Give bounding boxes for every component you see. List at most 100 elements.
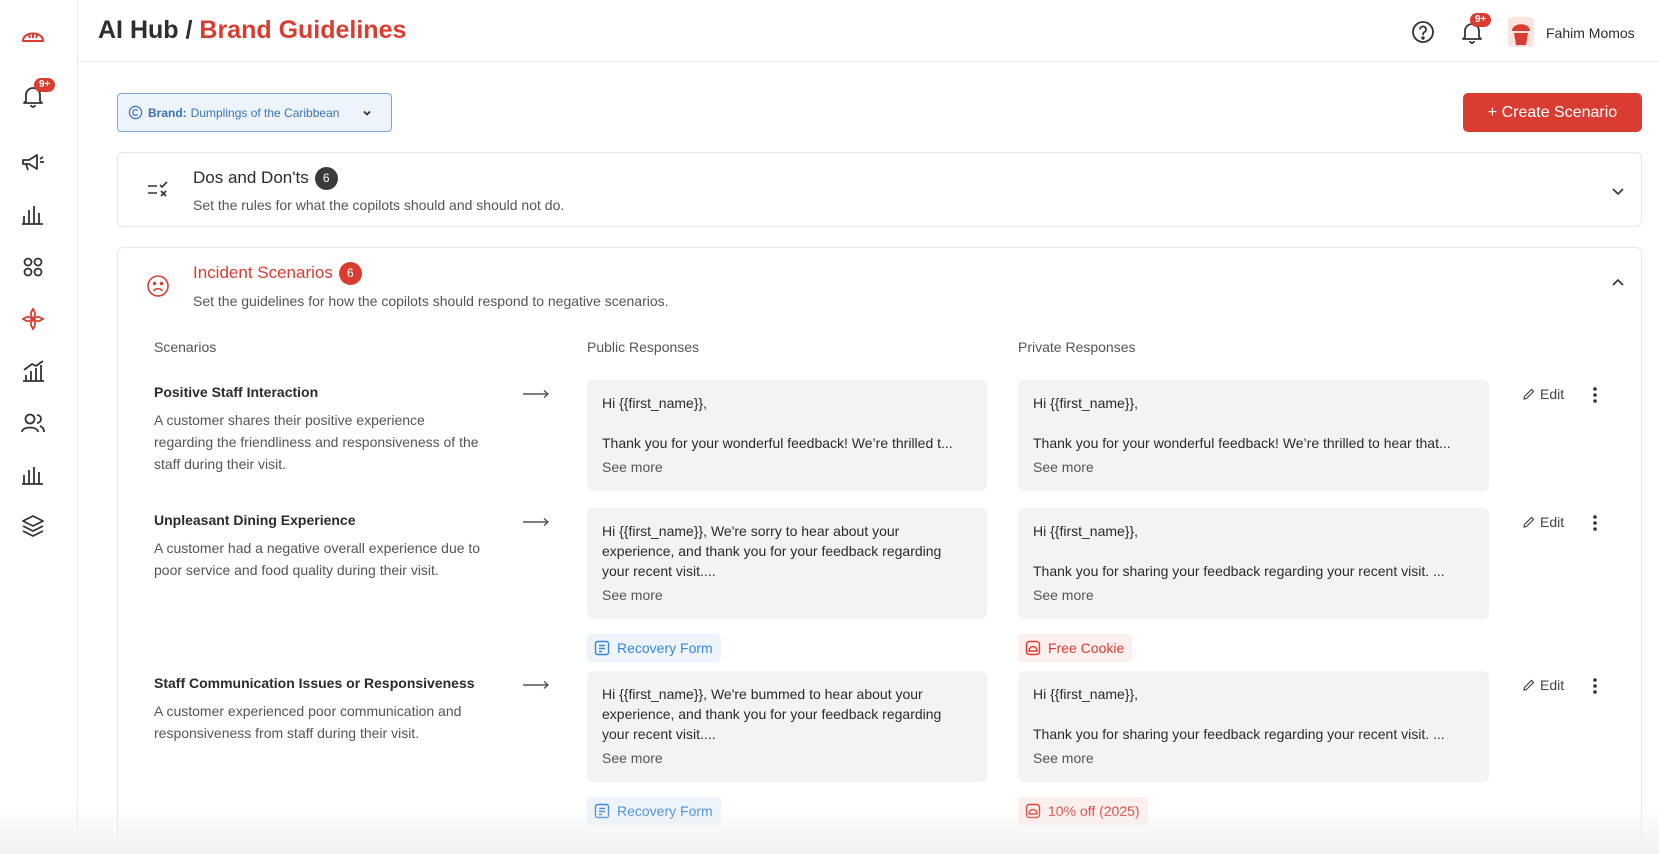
rules-checklist-icon (148, 181, 168, 197)
scenario-title: Unpleasant Dining Experience (154, 512, 356, 528)
brand-select-label: Brand: (148, 105, 187, 120)
dos-title-text: Dos and Don'ts (193, 167, 309, 187)
scenario-title: Staff Communication Issues or Responsive… (154, 675, 475, 691)
scenario-title: Positive Staff Interaction (154, 384, 319, 400)
reward-tag[interactable]: Free Cookie (1018, 634, 1133, 662)
see-more-link[interactable]: See more (1033, 585, 1474, 605)
edit-label: Edit (1540, 514, 1565, 530)
brand-select[interactable]: Brand: Dumplings of the Caribbean (117, 93, 392, 132)
response-body: Thank you for sharing your feedback rega… (1033, 563, 1445, 579)
chevron-down-icon (363, 110, 371, 116)
header-notification-badge: 9+ (1470, 13, 1492, 27)
arrow-right-icon (523, 517, 550, 527)
chevron-up-icon[interactable] (1610, 275, 1626, 291)
column-header-private: Private Responses (1018, 339, 1136, 355)
recovery-form-tag[interactable]: Recovery Form (587, 634, 721, 662)
scenario-description: A customer shares their positive experie… (154, 412, 479, 472)
edit-label: Edit (1540, 677, 1565, 693)
edit-button[interactable]: Edit (1522, 514, 1564, 530)
arrow-right-icon (523, 389, 550, 399)
incidents-title-text: Incident Scenarios (193, 262, 333, 282)
scenario-description: A customer had a negative overall experi… (154, 540, 481, 578)
tag-label: Recovery Form (617, 640, 713, 656)
incidents-count-badge: 6 (338, 262, 362, 285)
see-more-link[interactable]: See more (1033, 457, 1474, 477)
response-body: Thank you for your wonderful feedback! W… (1033, 435, 1451, 451)
page-title: AI Hub / Brand Guidelines (98, 16, 406, 45)
arrow-right-icon (523, 680, 550, 690)
scenario-description: A customer experienced poor communicatio… (154, 703, 462, 741)
response-greeting: Hi {{first_name}}, (602, 395, 708, 411)
private-response-text: Hi {{first_name}}, Thank you for sharing … (1033, 521, 1474, 583)
dos-count-badge: 6 (314, 167, 338, 190)
brand-select-value: Dumplings of the Caribbean (190, 105, 340, 120)
incidents-subtitle: Set the guidelines for how the copilots … (193, 293, 669, 309)
top-header: AI Hub / Brand Guidelines 9+ Fahim Momos (78, 0, 1659, 62)
dos-title: Dos and Don'ts 6 (193, 167, 338, 190)
response-body: Thank you for sharing your feedback rega… (1033, 726, 1445, 742)
private-response[interactable]: Hi {{first_name}}, Thank you for your won… (1018, 380, 1489, 491)
see-more-link[interactable]: See more (602, 457, 972, 477)
reward-tag[interactable]: 10% off (2025) (1018, 797, 1148, 825)
edit-label: Edit (1540, 386, 1565, 402)
user-name[interactable]: Fahim Momos (1546, 25, 1635, 41)
response-greeting: Hi {{first_name}}, (1033, 686, 1139, 702)
bar-chart-icon[interactable] (19, 201, 47, 229)
public-response-text: Hi {{first_name}}, We're bummed to hear … (602, 686, 942, 742)
private-response-text: Hi {{first_name}}, Thank you for sharing … (1033, 684, 1474, 746)
users-icon[interactable] (19, 409, 47, 437)
response-body: Thank you for your wonderful feedback! W… (602, 435, 953, 451)
dos-subtitle: Set the rules for what the copilots shou… (193, 197, 565, 213)
dumpling-icon (1025, 803, 1041, 819)
breadcrumb-current: Brand Guidelines (199, 16, 407, 44)
pencil-icon (1523, 388, 1535, 400)
private-response-text: Hi {{first_name}}, Thank you for your won… (1033, 393, 1474, 455)
edit-button[interactable]: Edit (1522, 677, 1564, 693)
see-more-link[interactable]: See more (602, 585, 972, 605)
see-more-link[interactable]: See more (1033, 748, 1474, 768)
incident-scenarios-card: Incident Scenarios 6 Set the guidelines f… (117, 247, 1642, 854)
public-response[interactable]: Hi {{first_name}}, Thank you for your won… (587, 380, 987, 491)
private-response[interactable]: Hi {{first_name}}, Thank you for sharing … (1018, 508, 1489, 619)
see-more-link[interactable]: See more (602, 748, 972, 768)
recovery-form-tag[interactable]: Recovery Form (587, 797, 721, 825)
megaphone-icon[interactable] (19, 148, 47, 176)
form-icon (594, 803, 610, 819)
chevron-down-icon[interactable] (1610, 183, 1626, 199)
pencil-icon (1523, 516, 1535, 528)
dumpling-icon (1025, 640, 1041, 656)
public-response-text: Hi {{first_name}}, Thank you for your won… (602, 393, 972, 455)
ai-flower-icon[interactable] (19, 305, 47, 333)
more-options-icon[interactable] (1587, 386, 1603, 404)
avatar[interactable] (1506, 15, 1536, 49)
breadcrumb-parent[interactable]: AI Hub / (98, 16, 192, 44)
pencil-icon (1523, 679, 1535, 691)
create-scenario-button[interactable]: + Create Scenario (1463, 93, 1642, 132)
dos-and-donts-card[interactable]: Dos and Don'ts 6 Set the rules for what t… (117, 152, 1642, 227)
public-response-text: Hi {{first_name}}, We're sorry to hear a… (602, 523, 942, 579)
tag-label: Free Cookie (1048, 640, 1125, 656)
response-greeting: Hi {{first_name}}, (1033, 395, 1139, 411)
public-response[interactable]: Hi {{first_name}}, We're sorry to hear a… (587, 508, 987, 619)
layers-icon[interactable] (19, 512, 47, 540)
analytics-icon[interactable] (19, 461, 47, 489)
edit-button[interactable]: Edit (1522, 386, 1564, 402)
tag-label: 10% off (2025) (1048, 803, 1140, 819)
growth-chart-icon[interactable] (19, 357, 47, 385)
incidents-title[interactable]: Incident Scenarios 6 (193, 262, 362, 285)
response-greeting: Hi {{first_name}}, (1033, 523, 1139, 539)
more-options-icon[interactable] (1587, 677, 1603, 695)
form-icon (594, 640, 610, 656)
copyright-icon (128, 105, 143, 120)
public-response[interactable]: Hi {{first_name}}, We're bummed to hear … (587, 671, 987, 782)
sad-face-icon (147, 275, 169, 297)
tag-label: Recovery Form (617, 803, 713, 819)
column-header-public: Public Responses (587, 339, 700, 355)
logo-icon[interactable] (19, 22, 47, 50)
sidebar: 9+ (0, 0, 78, 854)
help-icon[interactable] (1411, 20, 1435, 44)
column-header-scenarios: Scenarios (154, 339, 217, 355)
apps-grid-icon[interactable] (19, 253, 47, 281)
private-response[interactable]: Hi {{first_name}}, Thank you for sharing … (1018, 671, 1489, 782)
more-options-icon[interactable] (1587, 514, 1603, 532)
